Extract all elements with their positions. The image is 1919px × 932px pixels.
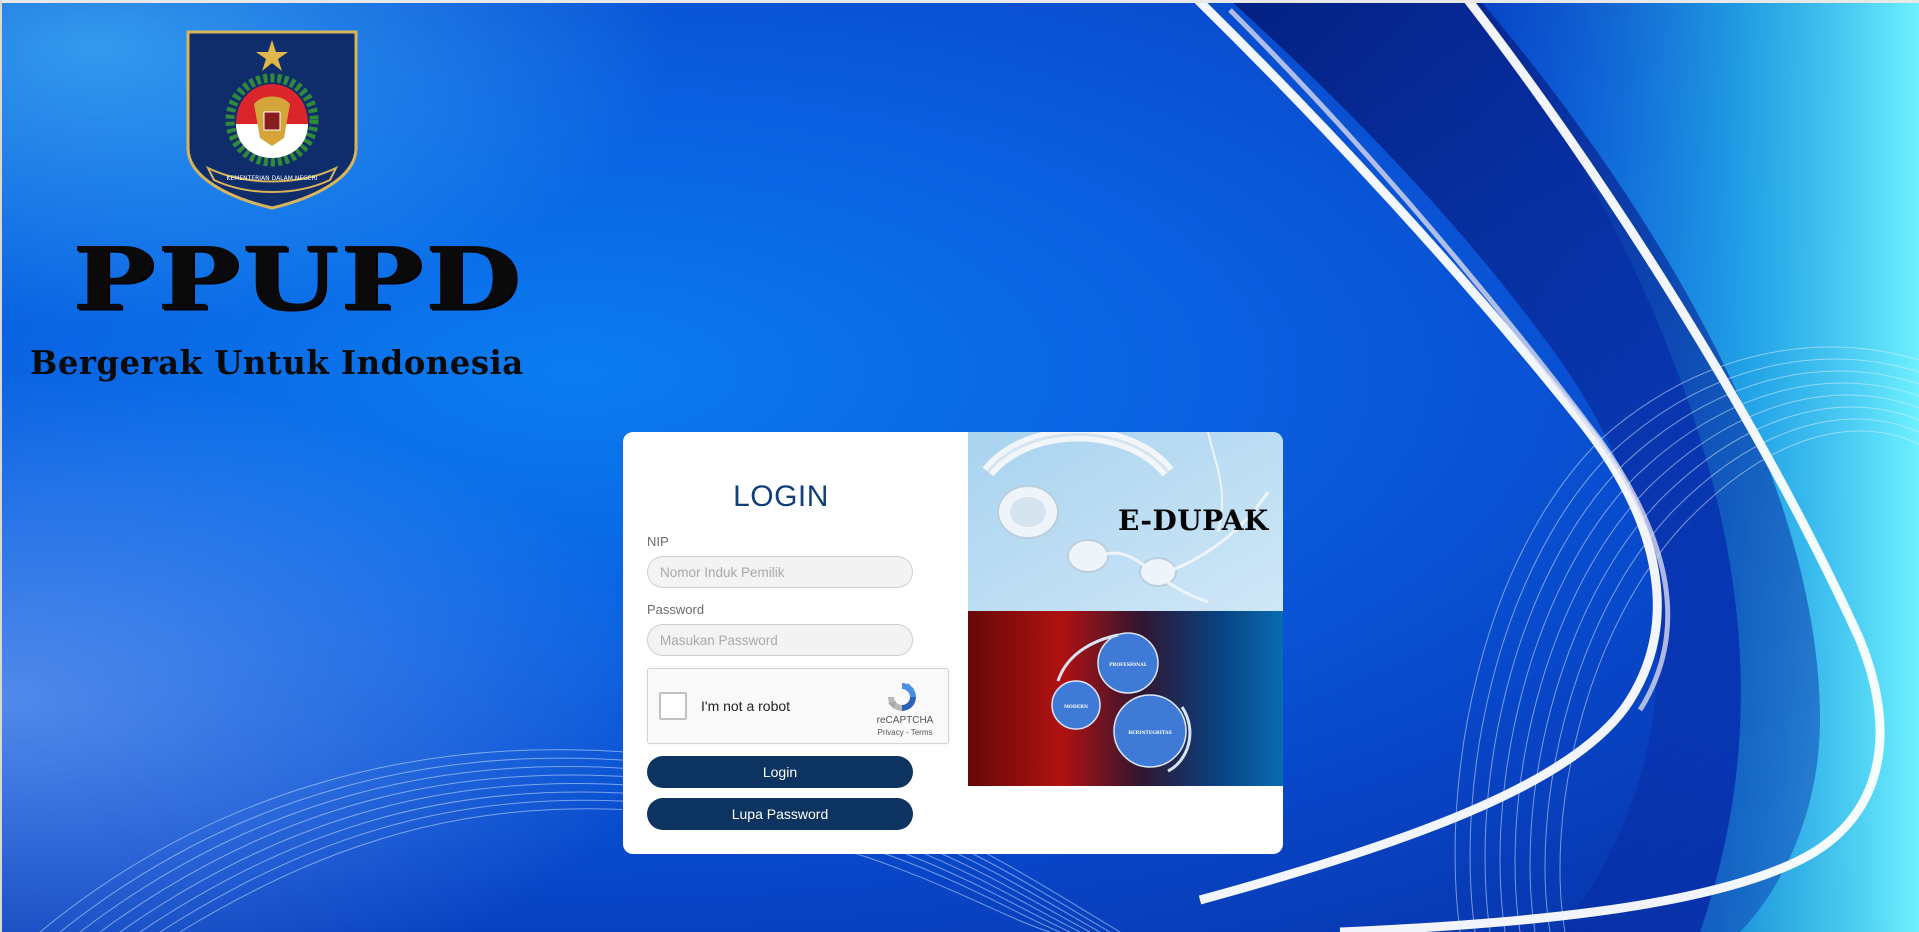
gears-image: PROFESIONAL MODERN BERINTEGRITAS	[968, 611, 1283, 786]
top-border	[0, 0, 1919, 3]
svg-text:MODERN: MODERN	[1064, 704, 1088, 710]
brand-subtitle: Bergerak Untuk Indonesia	[30, 343, 524, 382]
login-heading: LOGIN	[733, 480, 829, 513]
captcha-checkbox[interactable]	[659, 692, 687, 720]
login-page: KEMENTERIAN DALAM NEGERI PPUPD Bergerak …	[0, 0, 1919, 932]
forgot-password-button[interactable]: Lupa Password	[647, 798, 913, 830]
left-border	[0, 0, 2, 932]
nip-label: NIP	[647, 534, 669, 549]
edupak-label: E-DUPAK	[1118, 504, 1269, 537]
login-card: LOGIN NIP Password I'm not a robot reCAP…	[623, 432, 1283, 854]
recaptcha-brand: reCAPTCHA	[876, 715, 934, 726]
recaptcha-widget: I'm not a robot reCAPTCHA Privacy - Term…	[647, 668, 949, 744]
nip-input[interactable]	[647, 556, 913, 588]
svg-text:PROFESIONAL: PROFESIONAL	[1109, 662, 1148, 668]
svg-text:KEMENTERIAN DALAM NEGERI: KEMENTERIAN DALAM NEGERI	[226, 175, 317, 182]
captcha-label: I'm not a robot	[701, 698, 791, 714]
brand-title: PPUPD	[72, 228, 523, 330]
password-label: Password	[647, 602, 705, 617]
password-input[interactable]	[647, 624, 913, 656]
login-form: LOGIN NIP Password I'm not a robot reCAP…	[623, 432, 967, 854]
side-images: E-DUPAK PROFESIONAL MODERN BERINTEGRITAS	[968, 432, 1283, 786]
login-button[interactable]: Login	[647, 756, 913, 788]
svg-text:BERINTEGRITAS: BERINTEGRITAS	[1128, 730, 1172, 736]
garuda-emblem-icon: KEMENTERIAN DALAM NEGERI	[186, 30, 358, 210]
recaptcha-links[interactable]: Privacy - Terms	[870, 728, 940, 737]
recaptcha-icon	[888, 683, 916, 711]
